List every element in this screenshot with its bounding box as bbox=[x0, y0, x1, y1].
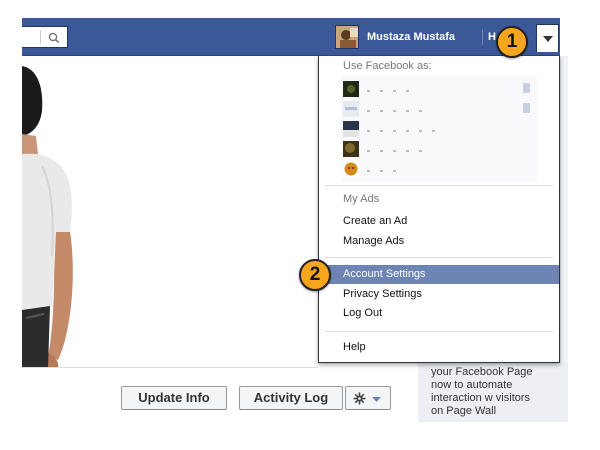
page-thumbnail bbox=[343, 141, 359, 157]
side-promo-panel: your Facebook Page now to automate inter… bbox=[418, 362, 568, 422]
step-1-callout: 1 bbox=[496, 26, 528, 58]
page-name-redacted bbox=[367, 122, 445, 134]
page-thumbnail bbox=[343, 81, 359, 97]
search-icon[interactable] bbox=[47, 31, 61, 45]
nav-divider bbox=[482, 29, 483, 45]
create-ad-menu-item[interactable]: Create an Ad bbox=[319, 212, 559, 231]
account-dropdown-menu: Use Facebook as: My Ads Create an Ad Man… bbox=[318, 56, 560, 363]
menu-separator bbox=[325, 331, 553, 332]
top-navigation-bar: Mustaza Mustafa H bbox=[22, 18, 560, 56]
cover-photo-area bbox=[22, 56, 318, 368]
manage-ads-menu-item[interactable]: Manage Ads bbox=[319, 232, 559, 251]
page-item[interactable] bbox=[341, 80, 537, 98]
update-info-button[interactable]: Update Info bbox=[121, 386, 227, 410]
account-dropdown-button[interactable] bbox=[536, 24, 559, 52]
help-menu-item[interactable]: Help bbox=[319, 338, 559, 357]
log-out-menu-item[interactable]: Log Out bbox=[319, 304, 559, 323]
page-item[interactable] bbox=[341, 160, 537, 178]
page-notification-badge bbox=[523, 83, 530, 93]
page-name-redacted bbox=[367, 82, 419, 94]
chevron-down-icon bbox=[543, 36, 553, 42]
search-divider bbox=[40, 30, 41, 44]
step-2-callout: 2 bbox=[299, 259, 331, 291]
search-input[interactable] bbox=[22, 26, 68, 48]
page-thumbnail bbox=[343, 101, 359, 117]
use-facebook-as-heading: Use Facebook as: bbox=[343, 60, 432, 72]
home-link[interactable]: H bbox=[488, 31, 496, 43]
menu-separator bbox=[325, 257, 553, 258]
settings-dropdown-button[interactable] bbox=[345, 386, 391, 410]
page-name-redacted bbox=[367, 142, 432, 154]
profile-photo bbox=[22, 56, 112, 367]
right-column-edge bbox=[560, 56, 568, 362]
page-thumbnail bbox=[343, 121, 359, 137]
gear-icon bbox=[353, 392, 366, 405]
chevron-down-icon bbox=[372, 397, 381, 402]
page-item[interactable] bbox=[341, 140, 537, 158]
menu-separator bbox=[325, 185, 553, 186]
page-name-redacted bbox=[367, 162, 406, 174]
privacy-settings-menu-item[interactable]: Privacy Settings bbox=[319, 285, 559, 304]
activity-log-button[interactable]: Activity Log bbox=[239, 386, 343, 410]
side-promo-text: your Facebook Page now to automate inter… bbox=[431, 366, 533, 417]
page-thumbnail bbox=[343, 161, 359, 177]
page-item[interactable] bbox=[341, 100, 537, 118]
page-name-redacted bbox=[367, 102, 432, 114]
pages-list bbox=[341, 76, 537, 182]
avatar[interactable] bbox=[335, 25, 359, 49]
page-item[interactable] bbox=[341, 120, 537, 138]
avatar-image bbox=[336, 26, 358, 48]
profile-name-link[interactable]: Mustaza Mustafa bbox=[367, 31, 455, 43]
my-ads-heading: My Ads bbox=[343, 193, 380, 205]
page-notification-badge bbox=[523, 103, 530, 113]
account-settings-menu-item[interactable]: Account Settings bbox=[319, 265, 559, 284]
